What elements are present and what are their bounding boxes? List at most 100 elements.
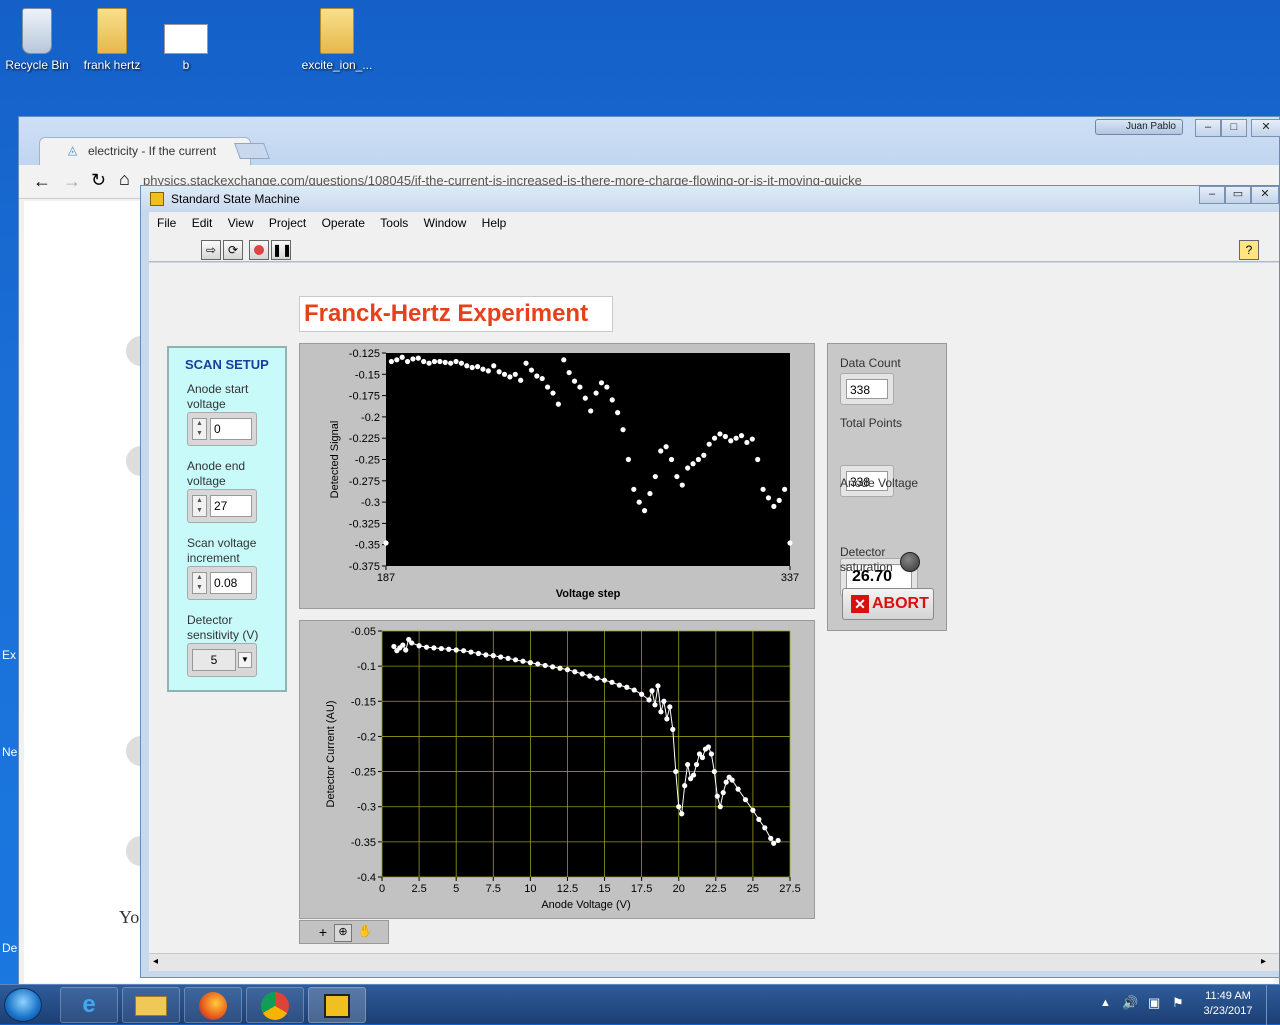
close-button[interactable]: ✕ [1251, 119, 1280, 137]
y-tick-label: -0.15 [355, 369, 380, 381]
data-point [490, 653, 496, 659]
show-hidden-icons-icon[interactable]: ▲ [1100, 997, 1111, 1009]
data-point [738, 433, 745, 439]
data-point [566, 369, 572, 376]
scan-setup-heading: SCAN SETUP [185, 357, 269, 372]
y-axis-title: Detected Signal [329, 421, 341, 499]
minimize-button[interactable]: – [1195, 119, 1221, 137]
x-tick-label: 17.5 [631, 883, 652, 895]
data-point [512, 371, 518, 377]
desktop-icon-b[interactable]: b [146, 8, 226, 72]
run-continuously-icon[interactable]: ⟳ [223, 240, 243, 260]
browser-tab[interactable]: ◬ electricity - If the current [39, 137, 251, 165]
increment-decrement-icon[interactable]: ▲ ▼ [192, 418, 207, 440]
desktop-icon-label: Recycle Bin [5, 58, 69, 72]
sensitivity-value[interactable]: 5 [192, 649, 236, 671]
anode-end-input[interactable]: 27 [210, 495, 252, 517]
scan-increment-label: Scan voltage increment [187, 536, 257, 565]
desktop-icon-excite-ion[interactable]: excite_ion_... [297, 8, 377, 72]
menu-operate[interactable]: Operate [322, 216, 365, 230]
desktop-icon-recycle-bin[interactable]: Recycle Bin [0, 8, 77, 72]
pan-hand-icon[interactable]: ✋ [356, 924, 374, 942]
menu-window[interactable]: Window [424, 216, 467, 230]
data-point [652, 473, 658, 480]
reload-icon[interactable]: ↻ [91, 170, 106, 191]
menu-help[interactable]: Help [482, 216, 507, 230]
zoom-icon[interactable]: ⊕ [334, 924, 352, 942]
increment-decrement-icon[interactable]: ▲ ▼ [192, 495, 207, 517]
y-tick-label: -0.275 [349, 476, 380, 488]
menu-view[interactable]: View [228, 216, 254, 230]
minimize-button[interactable]: – [1199, 186, 1225, 204]
maximize-button[interactable]: ▭ [1225, 186, 1251, 204]
horizontal-scrollbar[interactable]: ◂ ▸ [149, 953, 1279, 971]
desktop-icon-frank-hertz[interactable]: frank hertz [72, 8, 152, 72]
data-point [577, 384, 583, 390]
x-axis-title: Anode Voltage (V) [541, 899, 630, 911]
sensitivity-ring[interactable]: 5 ▼ [187, 643, 257, 677]
total-points-label: Total Points [840, 416, 903, 430]
scroll-left-icon[interactable]: ◂ [153, 956, 158, 967]
pause-icon[interactable]: ❚❚ [271, 240, 292, 260]
scroll-right-icon[interactable]: ▸ [1261, 956, 1266, 967]
data-point [776, 497, 782, 503]
data-point [437, 358, 443, 365]
y-tick-label: -0.15 [351, 696, 376, 708]
forward-icon[interactable]: → [63, 171, 81, 192]
clock[interactable]: 11:49 AM 3/23/2017 [1196, 989, 1260, 1019]
increment-decrement-icon[interactable]: ▲ ▼ [192, 572, 207, 594]
x-tick-label: 5 [453, 883, 459, 895]
data-point [550, 664, 556, 670]
chrome-icon[interactable] [246, 987, 304, 1023]
labview-icon[interactable] [308, 987, 366, 1023]
menu-tools[interactable]: Tools [380, 216, 408, 230]
help-icon[interactable]: ? [1239, 240, 1259, 260]
volume-icon[interactable]: 🔊 [1122, 995, 1138, 1011]
dropdown-arrow-icon[interactable]: ▼ [238, 652, 252, 668]
stackexchange-icon: ◬ [68, 143, 78, 157]
internet-explorer-icon[interactable]: e [60, 987, 118, 1023]
window-title-text: Standard State Machine [171, 192, 300, 206]
profile-badge[interactable]: Juan Pablo [1095, 119, 1183, 135]
data-point [416, 643, 422, 649]
close-button[interactable]: ✕ [1251, 186, 1279, 204]
data-point [579, 671, 585, 677]
abort-execution-icon[interactable] [249, 240, 269, 260]
data-point [658, 709, 664, 715]
network-icon[interactable]: ▣ [1148, 995, 1160, 1011]
data-point [699, 754, 706, 761]
y-tick-label: -0.325 [349, 518, 380, 530]
firefox-icon[interactable] [184, 987, 242, 1023]
data-point [729, 777, 735, 783]
menu-edit[interactable]: Edit [192, 216, 213, 230]
menu-file[interactable]: File [157, 216, 176, 230]
data-point [535, 661, 541, 667]
abort-button[interactable]: ✕ ABORT [842, 588, 934, 620]
data-point [601, 677, 608, 683]
back-icon[interactable]: ← [33, 171, 51, 192]
data-point [661, 698, 667, 704]
data-point [646, 697, 652, 703]
data-point [756, 816, 762, 822]
crosshair-cursor-icon[interactable]: + [314, 924, 332, 942]
show-desktop-button[interactable] [1266, 985, 1280, 1025]
x-tick-label: 187 [377, 572, 395, 584]
desktop-icon-label: frank hertz [83, 58, 141, 72]
home-icon[interactable]: ⌂ [119, 169, 130, 190]
data-point [512, 657, 519, 663]
start-button[interactable] [4, 988, 42, 1022]
data-point [649, 688, 655, 694]
file-explorer-icon[interactable] [122, 987, 180, 1023]
anode-start-input[interactable]: 0 [210, 418, 252, 440]
data-point [782, 486, 788, 492]
scan-increment-input[interactable]: 0.08 [210, 572, 252, 594]
run-icon[interactable]: ⇨ [201, 240, 221, 260]
action-center-flag-icon[interactable]: ⚑ [1172, 995, 1184, 1011]
menu-project[interactable]: Project [269, 216, 306, 230]
page-partial-text: Yo [119, 907, 140, 927]
folder-icon [320, 8, 354, 54]
data-point [636, 499, 642, 505]
window-title: Standard State Machine [141, 186, 1279, 212]
new-tab-button[interactable] [234, 143, 270, 159]
maximize-button[interactable]: □ [1221, 119, 1247, 137]
